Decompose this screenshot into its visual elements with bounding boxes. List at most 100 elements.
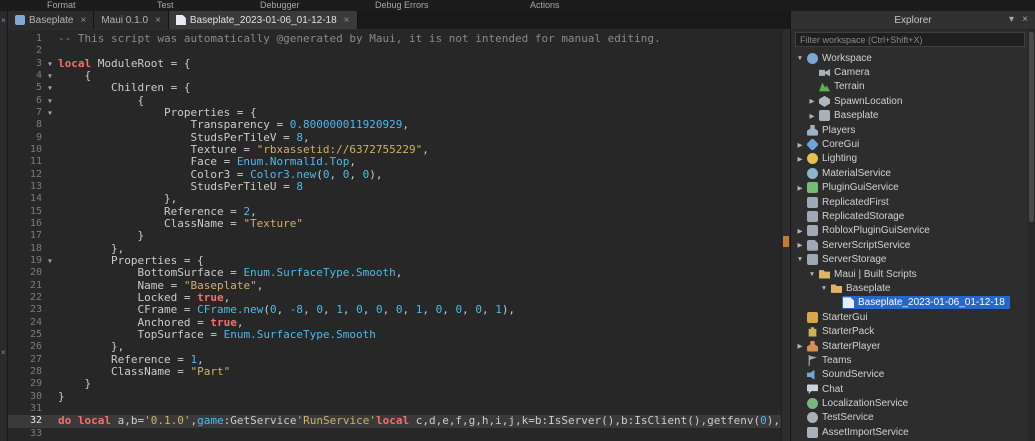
- code-line-30[interactable]: 30}: [8, 390, 790, 403]
- tree-item-content[interactable]: CoreGui: [806, 138, 864, 151]
- tree-item-lighting[interactable]: ▶ Lighting: [791, 152, 1028, 166]
- chevron-down-icon[interactable]: ▾: [1009, 14, 1014, 26]
- tree-item-content[interactable]: SpawnLocation: [818, 95, 907, 108]
- tree-item-content[interactable]: Maui | Built Scripts: [818, 268, 922, 281]
- tree-item-content[interactable]: Terrain: [818, 80, 870, 93]
- tree-item-assetimportservice[interactable]: AssetImportService: [791, 425, 1028, 439]
- code-line-29[interactable]: 29 }: [8, 378, 790, 390]
- chevron-down-icon[interactable]: ▼: [794, 256, 806, 263]
- chevron-right-icon[interactable]: ▶: [794, 155, 806, 163]
- tree-item-teams[interactable]: Teams: [791, 353, 1028, 367]
- tree-item-content[interactable]: ReplicatedFirst: [806, 196, 894, 209]
- tree-item-players[interactable]: Players: [791, 123, 1028, 137]
- explorer-scrollbar[interactable]: [1028, 30, 1035, 441]
- tree-item-camera[interactable]: Camera: [791, 65, 1028, 79]
- tree-item-content[interactable]: StarterPack: [806, 325, 879, 338]
- tree-item-content[interactable]: LocalizationService: [806, 397, 913, 410]
- tree-item-content[interactable]: Chat: [806, 383, 848, 396]
- tree-item-content[interactable]: Baseplate: [830, 282, 895, 295]
- tree-item-content[interactable]: Teams: [806, 354, 856, 367]
- tree-item-content[interactable]: ReplicatedStorage: [806, 210, 909, 223]
- tree-item-content[interactable]: MaterialService: [806, 167, 896, 180]
- chevron-right-icon[interactable]: ▶: [806, 97, 818, 105]
- chevron-right-icon[interactable]: ▶: [794, 241, 806, 249]
- tree-item-coregui[interactable]: ▶ CoreGui: [791, 137, 1028, 151]
- chevron-right-icon[interactable]: ▶: [794, 342, 806, 350]
- tree-item-baseplate[interactable]: ▶ Baseplate: [791, 109, 1028, 123]
- close-icon[interactable]: ×: [1022, 14, 1028, 26]
- tree-item-content[interactable]: StarterPlayer: [806, 340, 885, 353]
- code-line-1[interactable]: 1 -- This script was automatically @gener…: [8, 32, 790, 45]
- tree-item-replicatedstorage[interactable]: ReplicatedStorage: [791, 209, 1028, 223]
- close-icon[interactable]: ×: [1, 349, 6, 357]
- menu-item-actions[interactable]: Actions: [530, 0, 560, 10]
- tree-item-content[interactable]: TestService: [806, 411, 879, 424]
- fold-arrow-icon[interactable]: ▼: [42, 255, 58, 267]
- fold-arrow-icon[interactable]: ▼: [42, 70, 58, 82]
- code-editor[interactable]: 1 -- This script was automatically @gener…: [8, 30, 790, 441]
- tree-item-replicatedfirst[interactable]: ReplicatedFirst: [791, 195, 1028, 209]
- chevron-down-icon[interactable]: ▼: [806, 271, 818, 278]
- tab-baseplate[interactable]: Baseplate ×: [8, 11, 95, 29]
- tree-item-terrain[interactable]: Terrain: [791, 80, 1028, 94]
- close-icon[interactable]: ×: [344, 15, 350, 26]
- code-line-33[interactable]: 33: [8, 428, 790, 440]
- tree-item-testservice[interactable]: TestService: [791, 411, 1028, 425]
- chevron-right-icon[interactable]: ▶: [794, 227, 806, 235]
- tree-item-content[interactable]: Baseplate: [818, 109, 883, 122]
- tree-item-spawnlocation[interactable]: ▶ SpawnLocation: [791, 94, 1028, 108]
- tree-item-soundservice[interactable]: SoundService: [791, 368, 1028, 382]
- close-icon[interactable]: ×: [80, 15, 86, 26]
- tree-item-materialservice[interactable]: MaterialService: [791, 166, 1028, 180]
- tree-item-content[interactable]: Camera: [818, 66, 875, 79]
- tab-maui-0-1-0[interactable]: Maui 0.1.0 ×: [94, 11, 169, 29]
- tree-item-content[interactable]: Players: [806, 124, 860, 137]
- tab-baseplate-2023-01-06-01-12-18[interactable]: Baseplate_2023-01-06_01-12-18 ×: [168, 11, 358, 29]
- code-line-17[interactable]: 17 }: [8, 230, 790, 242]
- tree-item-chat[interactable]: Chat: [791, 382, 1028, 396]
- tree-item-content[interactable]: ServerScriptService: [806, 239, 915, 252]
- tree-item-content[interactable]: StarterGui: [806, 311, 873, 324]
- tree-item-content[interactable]: Baseplate_2023-01-06_01-12-18: [842, 296, 1010, 310]
- tree-item-localizationservice[interactable]: LocalizationService: [791, 396, 1028, 410]
- close-icon[interactable]: ×: [155, 15, 161, 26]
- tree-item-pluginguiservice[interactable]: ▶ PluginGuiService: [791, 181, 1028, 195]
- scrollbar-thumb[interactable]: [1029, 32, 1034, 222]
- chevron-down-icon[interactable]: ▼: [818, 285, 830, 292]
- tree-item-baseplate[interactable]: ▼ Baseplate: [791, 281, 1028, 295]
- menu-item-test[interactable]: Test: [157, 0, 174, 10]
- tree-item-serverscriptservice[interactable]: ▶ ServerScriptService: [791, 238, 1028, 252]
- tree-item-starterplayer[interactable]: ▶ StarterPlayer: [791, 339, 1028, 353]
- chevron-down-icon[interactable]: ▼: [794, 55, 806, 62]
- tree-item-baseplate-2023-01-06-01-12-18[interactable]: Baseplate_2023-01-06_01-12-18: [791, 296, 1028, 310]
- tree-item-content[interactable]: AssetImportService: [806, 426, 914, 439]
- tree-item-robloxpluginguiservice[interactable]: ▶ RobloxPluginGuiService: [791, 224, 1028, 238]
- fold-arrow-icon[interactable]: ▼: [42, 95, 58, 107]
- menu-item-debugger[interactable]: Debugger: [260, 0, 300, 10]
- close-icon[interactable]: ×: [1, 17, 6, 25]
- code-line-25[interactable]: 25 TopSurface = Enum.SurfaceType.Smooth: [8, 328, 790, 341]
- code-line-32[interactable]: 32 do local a,b='0.1.0',game:GetService'R…: [8, 415, 790, 428]
- tree-item-content[interactable]: PluginGuiService: [806, 181, 904, 194]
- editor-scrollbar[interactable]: [781, 30, 790, 441]
- filter-input[interactable]: [795, 32, 1025, 47]
- tree-item-maui-built-scripts[interactable]: ▼ Maui | Built Scripts: [791, 267, 1028, 281]
- tree-item-startergui[interactable]: StarterGui: [791, 310, 1028, 324]
- fold-arrow-icon[interactable]: ▼: [42, 107, 58, 119]
- tree-item-content[interactable]: Lighting: [806, 152, 862, 165]
- tree-item-content[interactable]: ServerStorage: [806, 253, 891, 266]
- tree-item-content[interactable]: SoundService: [806, 368, 889, 381]
- chevron-right-icon[interactable]: ▶: [806, 112, 818, 120]
- tree-item-content[interactable]: Workspace: [806, 52, 877, 65]
- tree-item-content[interactable]: RobloxPluginGuiService: [806, 224, 935, 237]
- fold-arrow-icon[interactable]: ▼: [42, 82, 58, 94]
- chevron-right-icon[interactable]: ▶: [794, 184, 806, 192]
- menu-item-format[interactable]: Format: [47, 0, 76, 10]
- tree-item-serverstorage[interactable]: ▼ ServerStorage: [791, 252, 1028, 266]
- tree-item-workspace[interactable]: ▼ Workspace: [791, 51, 1028, 65]
- chevron-right-icon[interactable]: ▶: [794, 141, 806, 149]
- tree-item-starterpack[interactable]: StarterPack: [791, 324, 1028, 338]
- fold-arrow-icon[interactable]: ▼: [42, 58, 58, 70]
- code-line-3[interactable]: 3 ▼ local ModuleRoot = {: [8, 57, 790, 70]
- code-line-28[interactable]: 28 ClassName = "Part": [8, 365, 790, 378]
